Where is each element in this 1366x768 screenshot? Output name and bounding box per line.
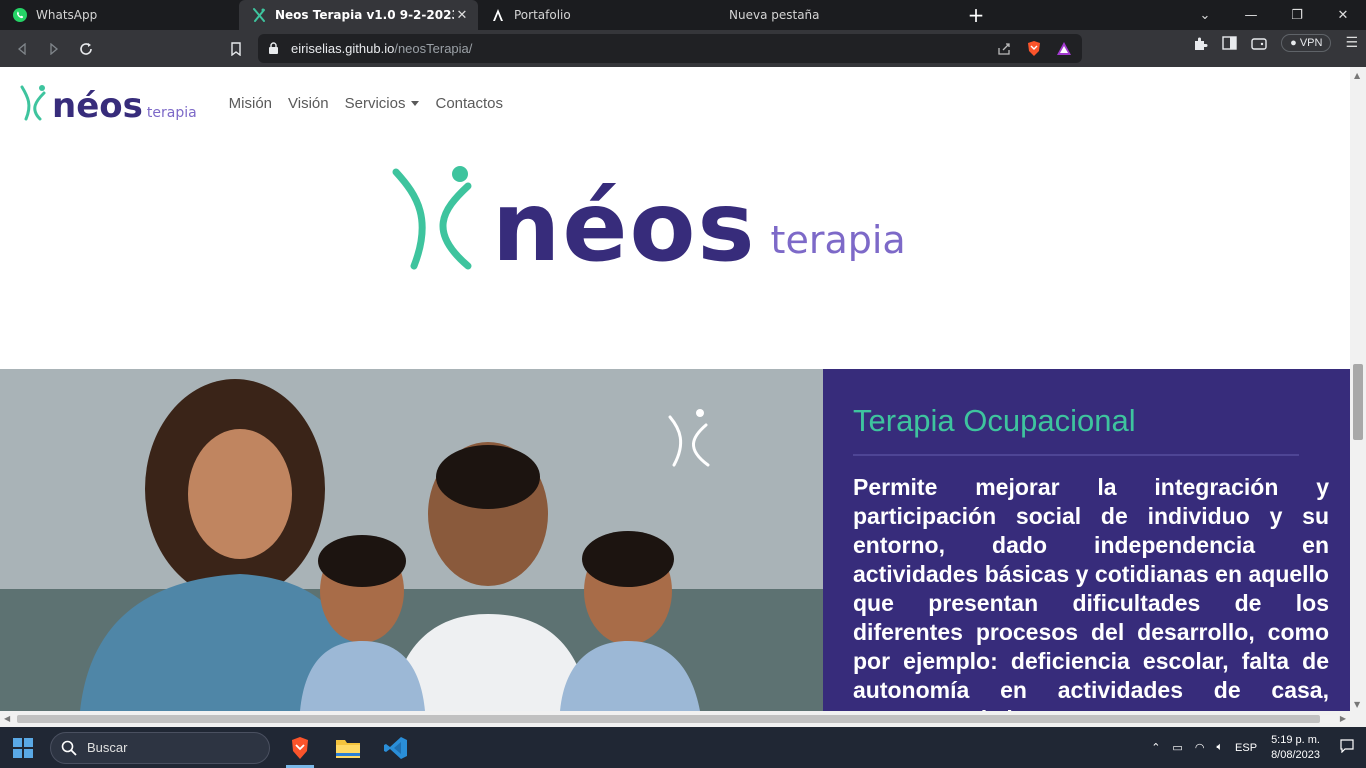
tab-whatsapp[interactable]: WhatsApp <box>0 0 239 30</box>
neos-logo-mark-icon <box>392 166 472 270</box>
tab-title: Nueva pestaña <box>729 8 820 22</box>
volume-icon[interactable]: 🔈︎ <box>1216 741 1223 754</box>
caret-down-icon <box>411 100 420 106</box>
reload-icon <box>80 42 92 55</box>
chevron-up-icon[interactable]: ⌃ <box>1151 741 1160 754</box>
vpn-button[interactable]: ● VPN <box>1281 34 1332 52</box>
close-window-button[interactable]: ✕ <box>1320 0 1366 30</box>
menu-icon[interactable]: ☰ <box>1345 35 1358 51</box>
service-description: Permite mejorar la integración y partici… <box>853 474 1329 711</box>
nav-link-contactos[interactable]: Contactos <box>435 95 503 112</box>
bookmark-button[interactable] <box>220 33 252 65</box>
hero-logo: néos terapia <box>388 162 906 283</box>
taskbar-file-explorer[interactable] <box>324 727 372 768</box>
extensions-icon[interactable] <box>1193 36 1208 51</box>
taskbar-vscode[interactable] <box>372 727 420 768</box>
nav-link-vision[interactable]: Visión <box>288 95 329 112</box>
site-logo[interactable]: néos terapia <box>18 83 197 123</box>
browser-toolbar: eiriselias.github.io/neosTerapia/ ● VPN … <box>0 30 1366 67</box>
service-card: Terapia Ocupacional Permite mejorar la i… <box>823 369 1350 711</box>
search-placeholder: Buscar <box>87 740 128 755</box>
share-icon[interactable] <box>997 42 1012 56</box>
divider <box>853 454 1299 456</box>
hero-brand-sub: terapia <box>770 218 906 262</box>
close-tab-icon[interactable]: ✕ <box>454 7 470 23</box>
forward-icon <box>50 42 59 55</box>
taskbar-search[interactable]: Buscar <box>50 731 270 764</box>
site-navbar: néos terapia Misión Visión Servicios Con… <box>0 67 1350 139</box>
tab-title: Portafolio <box>514 8 571 22</box>
family-photo <box>0 369 823 711</box>
scroll-up-icon[interactable]: ▲ <box>1354 71 1360 80</box>
tab-search-chevron-icon[interactable]: ⌄ <box>1182 0 1228 30</box>
brave-icon <box>292 736 308 759</box>
minimize-button[interactable]: — <box>1228 0 1274 30</box>
tab-title: Neos Terapia v1.0 9-2-2023 <box>275 8 454 22</box>
windows-taskbar: Buscar ⌃ ▭ ◠ 🔈︎ ESP 5:19 p. m. 8/08/2023 <box>0 727 1366 768</box>
wifi-icon[interactable]: ◠ <box>1195 741 1205 754</box>
neos-favicon-icon <box>251 7 267 23</box>
clock-date: 8/08/2023 <box>1271 748 1320 761</box>
bookmark-icon <box>231 41 241 56</box>
tab-nueva-pestana[interactable]: Nueva pestaña <box>717 0 956 30</box>
whatsapp-icon <box>12 7 28 23</box>
address-bar[interactable]: eiriselias.github.io/neosTerapia/ <box>258 34 1082 63</box>
scroll-right-icon[interactable]: ▶ <box>1340 714 1346 723</box>
wallet-icon[interactable] <box>1251 36 1267 50</box>
back-icon <box>17 42 26 55</box>
restore-button[interactable]: ❐ <box>1274 0 1320 30</box>
notifications-icon[interactable] <box>1340 739 1354 756</box>
horizontal-scroll-thumb[interactable] <box>17 715 1320 723</box>
brand-sub: terapia <box>146 105 197 121</box>
vscode-icon <box>384 736 407 759</box>
browser-tab-strip: WhatsApp Neos Terapia v1.0 9-2-2023 ✕ Po… <box>0 0 1366 30</box>
folder-icon <box>336 739 360 758</box>
scroll-down-icon[interactable]: ▼ <box>1354 700 1360 709</box>
angular-icon <box>490 7 506 23</box>
sidebar-icon[interactable] <box>1222 36 1237 50</box>
url-text: eiriselias.github.io/neosTerapia/ <box>291 41 473 56</box>
forward-button[interactable] <box>38 33 70 65</box>
neos-logo-mark-icon <box>20 85 46 121</box>
lock-icon <box>269 42 278 54</box>
scroll-left-icon[interactable]: ◀ <box>4 714 10 723</box>
tab-portafolio[interactable]: Portafolio <box>478 0 717 30</box>
vertical-scroll-thumb[interactable] <box>1353 364 1363 440</box>
web-page: néos terapia Misión Visión Servicios Con… <box>0 67 1350 711</box>
clock[interactable]: 5:19 p. m. 8/08/2023 <box>1271 733 1320 763</box>
language-indicator[interactable]: ESP <box>1235 742 1257 754</box>
brand-word: néos <box>52 86 143 126</box>
brave-rewards-icon[interactable] <box>1056 41 1072 56</box>
horizontal-scrollbar[interactable]: ◀ ▶ <box>0 711 1366 727</box>
start-button[interactable] <box>0 727 46 768</box>
hero-brand-word: néos <box>492 171 757 283</box>
tab-title: WhatsApp <box>36 8 98 22</box>
vertical-scrollbar[interactable]: ▲ ▼ <box>1350 67 1366 711</box>
clock-time: 5:19 p. m. <box>1271 733 1320 746</box>
nav-link-mision[interactable]: Misión <box>229 95 272 112</box>
system-tray: ⌃ ▭ ◠ 🔈︎ ESP 5:19 p. m. 8/08/2023 <box>1145 733 1366 763</box>
windows-logo-icon <box>13 737 33 758</box>
battery-icon[interactable]: ▭ <box>1172 741 1182 754</box>
brave-shields-icon[interactable] <box>1026 40 1042 57</box>
search-icon <box>61 740 77 756</box>
reload-button[interactable] <box>70 33 102 65</box>
new-tab-button[interactable]: + <box>956 0 996 30</box>
nav-dropdown-servicios[interactable]: Servicios <box>345 95 420 112</box>
back-button[interactable] <box>6 33 38 65</box>
taskbar-brave[interactable] <box>276 727 324 768</box>
tab-neos-terapia[interactable]: Neos Terapia v1.0 9-2-2023 ✕ <box>239 0 478 30</box>
service-title: Terapia Ocupacional <box>853 403 1136 438</box>
family-illustration <box>0 369 823 711</box>
